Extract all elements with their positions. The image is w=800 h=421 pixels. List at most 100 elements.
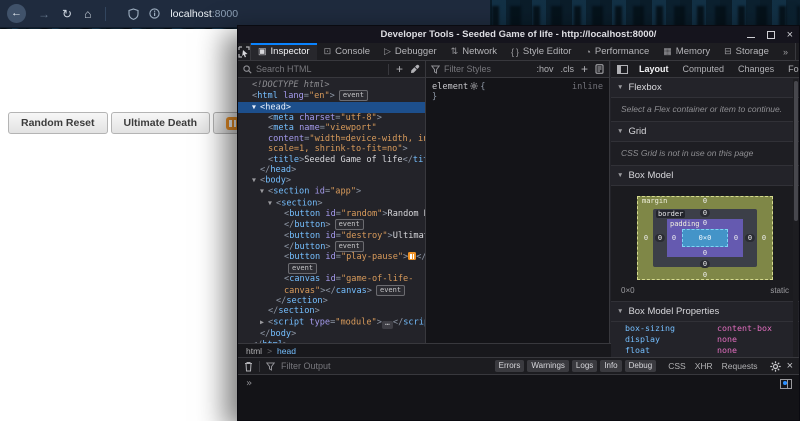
rules-list[interactable]: inline element{ } [426,78,609,343]
clear-console-icon[interactable] [244,361,253,372]
shield-icon[interactable] [128,8,139,20]
class-toggle[interactable]: .cls [560,64,574,74]
rule-gear-icon[interactable] [470,82,478,90]
markup-line[interactable]: </body> [238,329,425,339]
devtools-tab-console[interactable]: ⊡Console [317,43,377,60]
console-filter-errors[interactable]: Errors [495,360,525,372]
expand-arrow-icon[interactable]: ▼ [252,102,260,112]
margin-left-value[interactable]: 0 [644,234,648,242]
markup-line[interactable]: <html lang="en">event [238,90,425,101]
close-console-icon[interactable]: × [787,360,793,372]
markup-line[interactable]: ▼<head> [238,102,425,113]
collapsed-arrow-icon[interactable]: ▶ [260,317,268,327]
layout-scrollbar[interactable] [793,79,798,357]
event-badge[interactable]: event [335,219,364,230]
markup-line[interactable]: ▼<section id="app"> [238,186,425,197]
devtools-tab-storage[interactable]: ⊟Storage [717,43,776,60]
inline-expander-icon[interactable]: … [382,321,393,329]
markup-line[interactable]: content="width=device-width, initial- [238,134,425,144]
devtools-tab-debugger[interactable]: ▷Debugger [377,43,444,60]
border-bottom-value[interactable]: 0 [700,260,710,268]
ultimate-death-button[interactable]: Ultimate Death [111,112,211,134]
sidebar-tab-layout[interactable]: Layout [632,64,676,74]
console-filter-logs[interactable]: Logs [572,360,597,372]
markup-line[interactable]: </button>event [238,241,425,252]
event-badge[interactable]: event [288,263,317,274]
breadcrumb-item-html[interactable]: html [246,346,262,356]
console-filter-info[interactable]: Info [600,360,621,372]
event-badge[interactable]: event [335,241,364,252]
markup-line[interactable]: event [238,263,425,274]
devtools-titlebar[interactable]: Developer Tools - Seeded Game of life - … [238,26,799,43]
event-badge[interactable]: event [376,285,405,296]
box-model-properties-header[interactable]: ▼Box Model Properties [611,302,799,322]
eyedropper-icon[interactable] [410,64,420,74]
margin-top-value[interactable]: 0 [703,197,707,205]
console-filter-requests[interactable]: Requests [722,361,758,371]
padding-left-value[interactable]: 0 [672,234,676,242]
breadcrumb-item-head[interactable]: head [277,346,296,356]
pick-element-icon[interactable] [238,43,251,60]
console-filter-css[interactable]: CSS [668,361,685,371]
expand-arrow-icon[interactable]: ▼ [260,186,268,196]
markup-line[interactable]: ▶<script type="module">…</script> [238,317,425,330]
close-window-icon[interactable]: × [787,31,793,39]
forward-icon[interactable]: → [38,7,50,21]
console-filter-debug[interactable]: Debug [625,360,657,372]
markup-line[interactable]: canvas"></canvas>event [238,285,425,296]
markup-line[interactable]: <meta name="viewport" [238,123,425,133]
back-icon[interactable]: ← [7,4,26,23]
devtools-tab-performance[interactable]: ◔Performance [578,43,656,60]
devtools-tab-inspector[interactable]: ▣Inspector [251,43,317,60]
sidebar-tab-changes[interactable]: Changes [731,64,781,74]
sidebar-tab-fonts[interactable]: Fonts [781,64,799,74]
markup-line[interactable]: </section> [238,296,425,306]
url-bar[interactable]: localhost:8000 [116,8,238,20]
home-icon[interactable]: ⌂ [84,7,91,21]
filter-output-input[interactable]: Filter Output [281,361,331,371]
devtools-tab-more[interactable]: » [776,43,795,60]
info-icon[interactable] [149,8,160,19]
add-node-button[interactable]: + [396,64,403,74]
stylesheet-icon[interactable] [595,64,604,74]
pseudo-class-toggle[interactable]: :hov [536,64,553,74]
sidebar-toggle-icon[interactable] [611,65,632,74]
border-left-value[interactable]: 0 [655,234,665,242]
expand-arrow-icon[interactable]: ▼ [268,198,276,208]
expand-arrow-icon[interactable]: ▼ [252,175,260,185]
console-settings-icon[interactable] [770,361,781,372]
minimize-icon[interactable] [747,37,755,39]
border-right-value[interactable]: 0 [745,234,755,242]
box-model-section-header[interactable]: ▼Box Model [611,166,799,186]
event-badge[interactable]: event [339,90,368,101]
markup-line[interactable]: <button id="random">Random Reset [238,209,425,219]
margin-right-value[interactable]: 0 [762,234,766,242]
reload-icon[interactable]: ↻ [62,7,72,21]
console-output[interactable]: » [238,375,799,420]
markup-line[interactable]: </section> [238,306,425,316]
rule-selector[interactable]: element [432,82,468,92]
box-model-diagram[interactable]: 0×0 margin border padding 0 0 0 0 0 0 0 … [637,196,773,280]
markup-line[interactable]: scale=1, shrink-to-fit=no"> [238,144,425,154]
markup-line[interactable]: <meta charset="utf-8"> [238,113,425,123]
markup-line[interactable]: ▼<section> [238,198,425,209]
markup-line[interactable]: </html> [238,340,425,343]
markup-line[interactable]: ▼<body> [238,175,425,186]
console-filter-xhr[interactable]: XHR [695,361,713,371]
markup-line[interactable]: <title>Seeded Game of life</title> [238,155,425,165]
markup-line[interactable]: <canvas id="game-of-life- [238,274,425,284]
devtools-tab-network[interactable]: ⇅Network [444,43,504,60]
markup-line[interactable]: </head> [238,165,425,175]
console-sidebar-toggle-icon[interactable] [780,379,792,389]
random-reset-button[interactable]: Random Reset [8,112,108,134]
padding-right-value[interactable]: 0 [734,234,738,242]
console-filter-warnings[interactable]: Warnings [527,360,569,372]
grid-section-header[interactable]: ▼Grid [611,122,799,142]
margin-bottom-value[interactable]: 0 [703,271,707,279]
markup-line[interactable]: </button>event [238,219,425,230]
padding-top-value[interactable]: 0 [703,219,707,227]
sidebar-tab-computed[interactable]: Computed [676,64,732,74]
devtools-tab-memory[interactable]: ▦Memory [656,43,717,60]
markup-line[interactable]: <!DOCTYPE html> [238,80,425,90]
maximize-icon[interactable] [767,31,775,39]
